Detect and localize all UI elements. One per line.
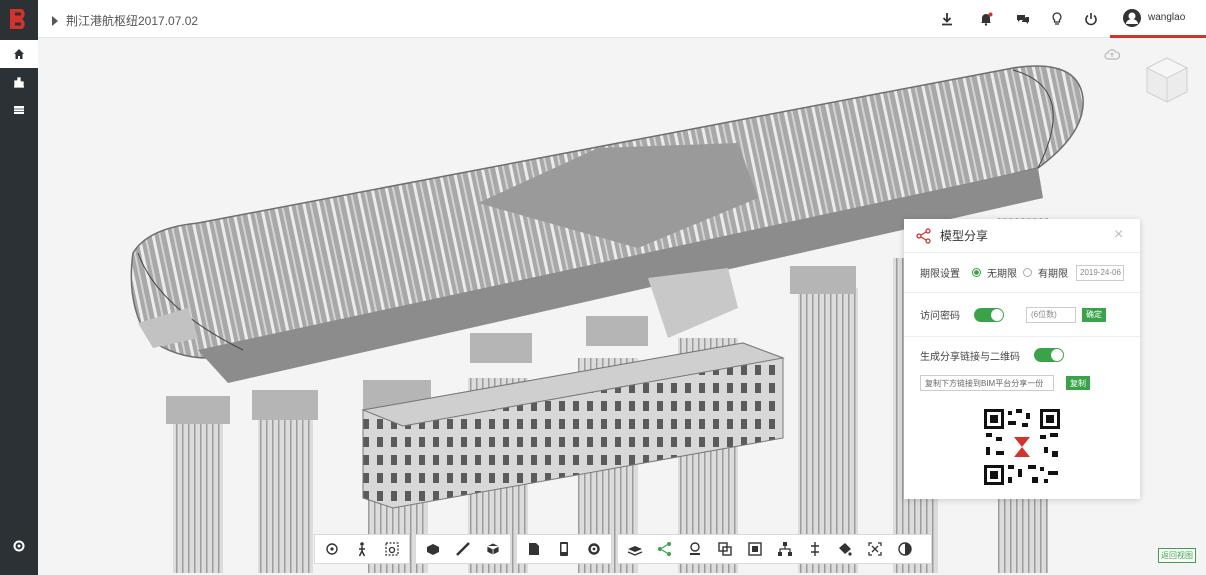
navigation-cube[interactable] [1142, 54, 1192, 104]
avatar [1123, 8, 1141, 27]
download-icon [942, 13, 952, 26]
project-selector[interactable]: 荆江港航枢纽2017.07.02 [52, 12, 198, 29]
sidebar-item-chart[interactable] [0, 68, 38, 96]
power-icon [1085, 13, 1097, 26]
tool-walk[interactable] [349, 537, 375, 561]
copy-link-button[interactable]: 复制 [1066, 376, 1090, 390]
walk-icon [358, 542, 366, 557]
tool-phone[interactable] [551, 537, 577, 561]
download-button[interactable] [938, 10, 956, 28]
tree-icon [778, 542, 792, 556]
generate-code-button[interactable]: 确定 [1082, 307, 1106, 322]
fit-icon [868, 542, 882, 556]
expiry-date-field[interactable]: 2019-24-06 [1076, 264, 1124, 281]
sidebar-item-settings[interactable] [0, 532, 38, 560]
access-toggle[interactable] [974, 307, 1004, 322]
contrast-icon [898, 542, 912, 556]
qr-code [982, 407, 1062, 487]
share-link-field[interactable]: 复制下方链接到BIM平台分享一份 [920, 375, 1054, 391]
messages-button[interactable] [1014, 10, 1032, 28]
close-icon[interactable]: × [1114, 227, 1128, 243]
share-model-panel: 模型分享 × 期限设置 无期限 有期限 2019-24-06 访问密码 (6位数… [904, 219, 1140, 499]
tool-camera[interactable] [379, 537, 405, 561]
tool-tree[interactable] [772, 537, 798, 561]
tool-document[interactable] [521, 537, 547, 561]
back-to-view-button[interactable]: 返回视图 [1158, 548, 1196, 563]
tool-settings[interactable] [581, 537, 607, 561]
document-icon [529, 543, 539, 555]
tool-section[interactable] [682, 537, 708, 561]
tool-contrast[interactable] [892, 537, 918, 561]
chat-icon [1017, 15, 1029, 24]
toolbar-group-data [516, 534, 612, 564]
app-logo[interactable] [0, 0, 38, 38]
solid-icon [748, 542, 762, 556]
access-code-input[interactable]: (6位数) [1026, 306, 1076, 323]
top-bar: 荆江港航枢纽2017.07.02 wanglao [38, 0, 1206, 38]
tool-solid[interactable] [742, 537, 768, 561]
orbit-icon [326, 543, 338, 555]
cloud-upload-icon[interactable] [1104, 48, 1121, 60]
explode-icon [811, 542, 819, 556]
period-label: 期限设置 [920, 269, 960, 280]
section-icon [690, 542, 700, 555]
toolbar-group-model [415, 534, 511, 564]
tool-paint[interactable] [832, 537, 858, 561]
toolbar-group-tools [617, 534, 932, 564]
tool-share[interactable] [652, 537, 678, 561]
model-icon [427, 544, 439, 555]
model-viewport[interactable]: 模型分享 × 期限设置 无期限 有期限 2019-24-06 访问密码 (6位数… [38, 38, 1206, 575]
tool-cube[interactable] [480, 537, 506, 561]
bar-chart-icon [14, 77, 24, 88]
tool-orbit[interactable] [319, 537, 345, 561]
list-icon [14, 106, 24, 114]
permanent-label: 无期限 [987, 269, 1017, 280]
tool-fit[interactable] [862, 537, 888, 561]
layers-icon [627, 546, 643, 556]
sidebar [0, 0, 38, 575]
qr-label: 生成分享链接与二维码 [920, 351, 1020, 363]
qr-toggle[interactable] [1034, 348, 1064, 362]
camera-icon [385, 542, 399, 556]
notifications-button[interactable] [977, 10, 995, 28]
tips-button[interactable] [1048, 10, 1066, 28]
limited-label: 有期限 [1038, 269, 1068, 280]
share-icon [916, 227, 931, 244]
home-icon [14, 49, 24, 59]
limited-radio[interactable] [1023, 268, 1032, 277]
tool-model[interactable] [420, 537, 446, 561]
user-menu[interactable]: wanglao [1110, 0, 1206, 38]
overlap-icon [718, 542, 732, 556]
tool-layers[interactable] [622, 537, 648, 561]
lightbulb-icon [1052, 12, 1062, 25]
tool-measure[interactable] [450, 537, 476, 561]
toolbar-group-view [314, 534, 410, 564]
sidebar-item-list[interactable] [0, 96, 38, 124]
panel-title: 模型分享 [940, 229, 989, 243]
share-icon [658, 542, 671, 556]
user-name: wanglao [1148, 12, 1186, 23]
caret-right-icon [52, 15, 58, 26]
bell-icon [981, 12, 993, 26]
logout-button[interactable] [1082, 10, 1100, 28]
phone-icon [560, 542, 568, 556]
access-label: 访问密码 [920, 311, 960, 322]
gear-icon [588, 543, 600, 555]
logo-icon [10, 9, 25, 29]
sidebar-item-home[interactable] [0, 40, 38, 68]
permanent-radio[interactable] [972, 268, 981, 277]
measure-icon [456, 542, 470, 556]
project-title: 荆江港航枢纽2017.07.02 [66, 14, 199, 28]
tool-explode[interactable] [802, 537, 828, 561]
paint-icon [839, 543, 852, 556]
tool-overlap[interactable] [712, 537, 738, 561]
gear-icon [13, 540, 25, 552]
cube-icon [486, 542, 500, 556]
